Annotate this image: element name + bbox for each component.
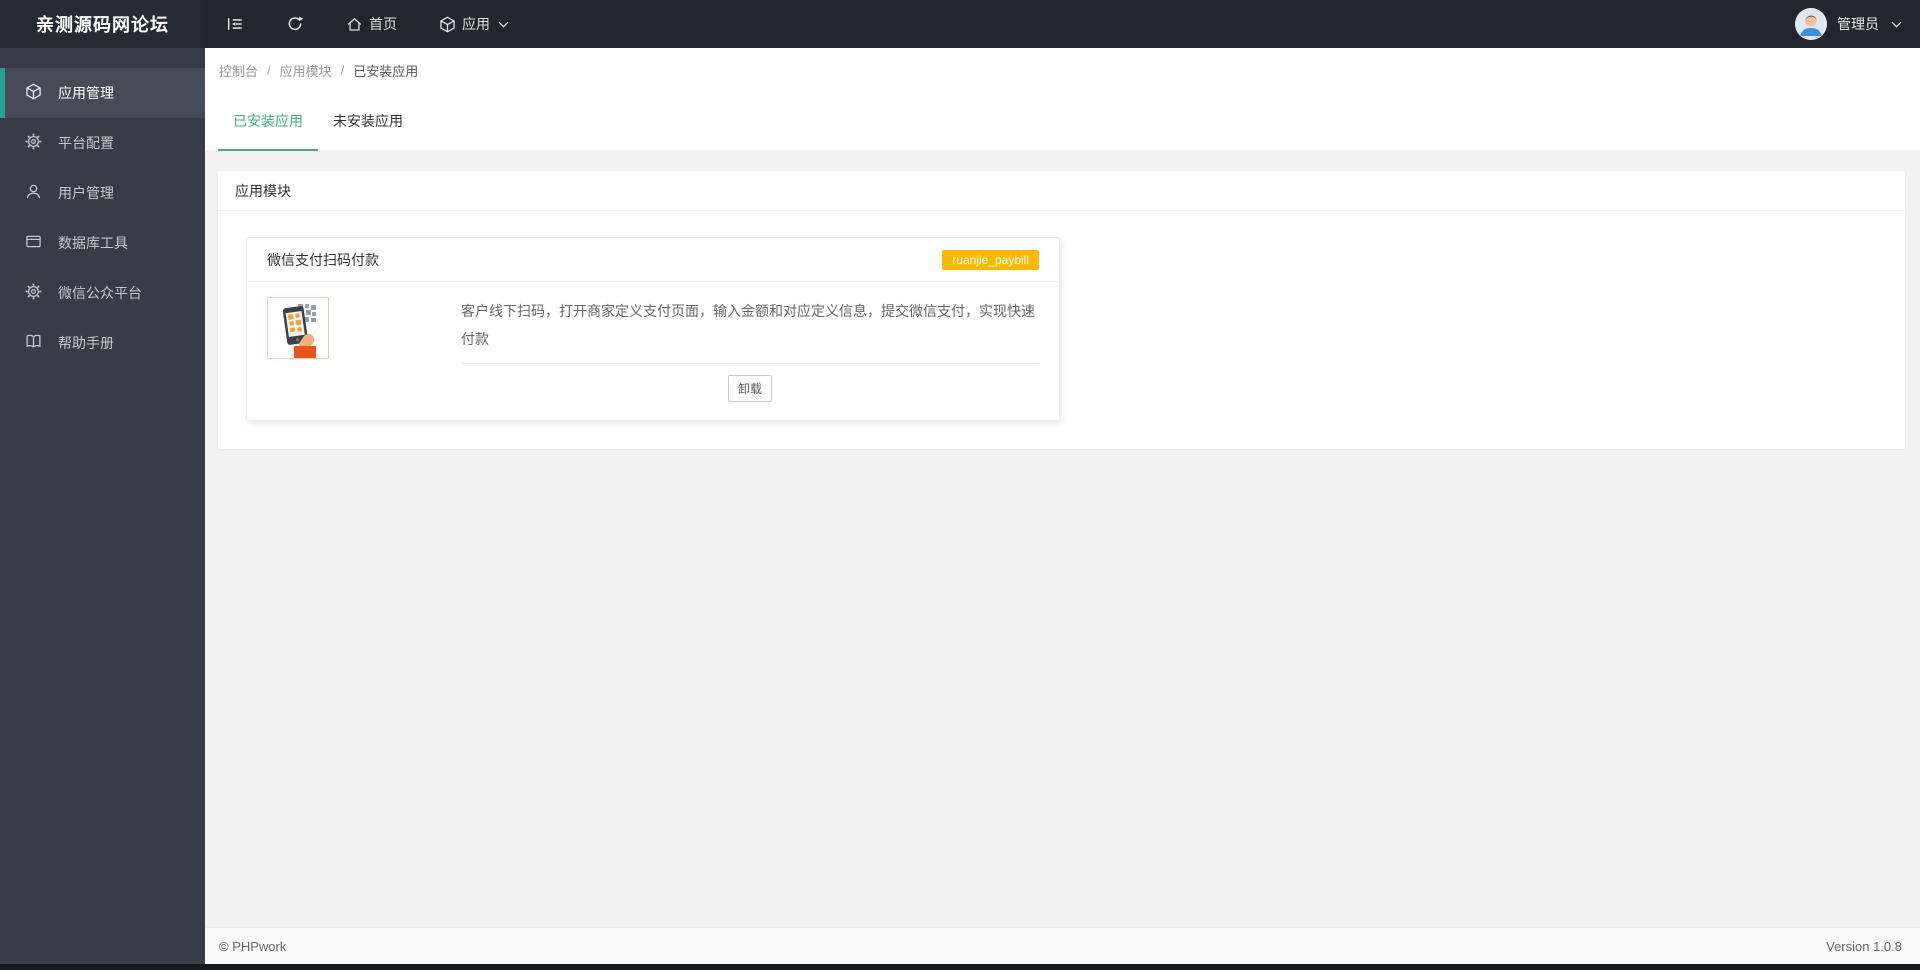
panel-body: 微信支付扫码付款 ruanjie_paybill 客户线下扫码，打开商家定义支付… xyxy=(218,211,1905,449)
window-bottom-edge xyxy=(0,964,1920,970)
breadcrumb-item-current: 已安装应用 xyxy=(353,63,419,79)
footer-version: Version 1.0.8 xyxy=(1826,938,1902,954)
tab-bar: 已安装应用 未安装应用 xyxy=(205,92,1920,151)
uninstall-button[interactable]: 卸载 xyxy=(727,375,772,402)
breadcrumb-separator: / xyxy=(340,62,345,78)
chevron-down-icon xyxy=(498,21,509,28)
database-icon xyxy=(25,233,42,253)
app-description: 客户线下扫码，打开商家定义支付页面，输入金额和对应定义信息，提交微信支付，实现快… xyxy=(461,303,1035,347)
app-thumbnail-image xyxy=(267,297,329,359)
app-package-badge: ruanjie_paybill xyxy=(942,249,1039,270)
footer-copyright: © PHPwork xyxy=(219,938,287,954)
app-logo: 亲测源码网论坛 xyxy=(0,0,205,48)
avatar xyxy=(1795,8,1827,40)
app-description-column: 客户线下扫码，打开商家定义支付页面，输入金额和对应定义信息，提交微信支付，实现快… xyxy=(461,297,1039,402)
sidebar-collapse-button[interactable] xyxy=(205,0,265,48)
user-menu[interactable]: 管理员 xyxy=(1795,0,1920,48)
breadcrumb: 控制台 / 应用模块 / 已安装应用 xyxy=(205,48,1920,92)
panel-title: 应用模块 xyxy=(218,171,1905,211)
breadcrumb-separator: / xyxy=(267,62,271,78)
user-name: 管理员 xyxy=(1837,16,1879,32)
cube-icon xyxy=(25,83,42,103)
sidebar-item-user-management[interactable]: 用户管理 xyxy=(0,168,205,218)
footer: © PHPwork Version 1.0.8 xyxy=(205,927,1920,964)
nav-home-label: 首页 xyxy=(369,16,397,32)
gear-icon xyxy=(25,133,42,153)
sidebar-item-label: 微信公众平台 xyxy=(58,285,142,301)
action-row: 卸载 xyxy=(461,375,1039,402)
sidebar-item-database-tools[interactable]: 数据库工具 xyxy=(0,218,205,268)
nav-home[interactable]: 首页 xyxy=(325,0,418,48)
chevron-down-icon xyxy=(1891,15,1902,33)
tab-installed-apps[interactable]: 已安装应用 xyxy=(218,92,318,151)
sidebar-item-help-manual[interactable]: 帮助手册 xyxy=(0,318,205,368)
book-icon xyxy=(25,333,42,353)
sidebar-item-label: 帮助手册 xyxy=(58,335,114,351)
app-thumbnail-column xyxy=(267,297,461,402)
content-body: 应用模块 微信支付扫码付款 ruanjie_paybill 客户线下扫码，打开商… xyxy=(205,151,1920,449)
sidebar-item-label: 应用管理 xyxy=(58,85,114,101)
gear-icon xyxy=(25,283,42,303)
sidebar-item-platform-config[interactable]: 平台配置 xyxy=(0,118,205,168)
home-icon xyxy=(346,16,363,33)
nav-apps-label: 应用 xyxy=(462,16,490,32)
sidebar-item-label: 用户管理 xyxy=(58,185,114,201)
app-module-panel: 应用模块 微信支付扫码付款 ruanjie_paybill 客户线下扫码，打开商… xyxy=(218,171,1905,449)
sidebar-item-wechat-platform[interactable]: 微信公众平台 xyxy=(0,268,205,318)
app-card-header: 微信支付扫码付款 ruanjie_paybill xyxy=(247,238,1059,282)
refresh-icon xyxy=(286,15,304,33)
app-card-title: 微信支付扫码付款 xyxy=(267,251,379,268)
user-icon xyxy=(25,183,42,203)
main-content: 控制台 / 应用模块 / 已安装应用 已安装应用 未安装应用 应用模块 微信支付… xyxy=(205,48,1920,970)
topbar: 亲测源码网论坛 首页 应用 管理员 xyxy=(0,0,1920,48)
sidebar-item-label: 数据库工具 xyxy=(58,235,128,251)
app-card-wechat-pay: 微信支付扫码付款 ruanjie_paybill 客户线下扫码，打开商家定义支付… xyxy=(246,237,1060,421)
sidebar-item-app-management[interactable]: 应用管理 xyxy=(0,68,205,118)
nav-apps[interactable]: 应用 xyxy=(418,0,530,48)
cube-icon xyxy=(439,16,456,33)
tab-uninstalled-apps[interactable]: 未安装应用 xyxy=(318,92,418,150)
app-card-body: 客户线下扫码，打开商家定义支付页面，输入金额和对应定义信息，提交微信支付，实现快… xyxy=(247,282,1059,420)
topbar-nav: 首页 应用 xyxy=(205,0,530,48)
sidebar: 应用管理 平台配置 用户管理 数据库工具 微信公众平台 帮助手册 xyxy=(0,48,205,970)
sidebar-item-label: 平台配置 xyxy=(58,135,114,151)
breadcrumb-item-app-module[interactable]: 应用模块 xyxy=(280,61,332,80)
page-header: 控制台 / 应用模块 / 已安装应用 已安装应用 未安装应用 xyxy=(205,48,1920,151)
divider xyxy=(461,363,1039,364)
collapse-menu-icon xyxy=(226,15,244,33)
refresh-button[interactable] xyxy=(265,0,325,48)
breadcrumb-item-console[interactable]: 控制台 xyxy=(219,61,258,80)
